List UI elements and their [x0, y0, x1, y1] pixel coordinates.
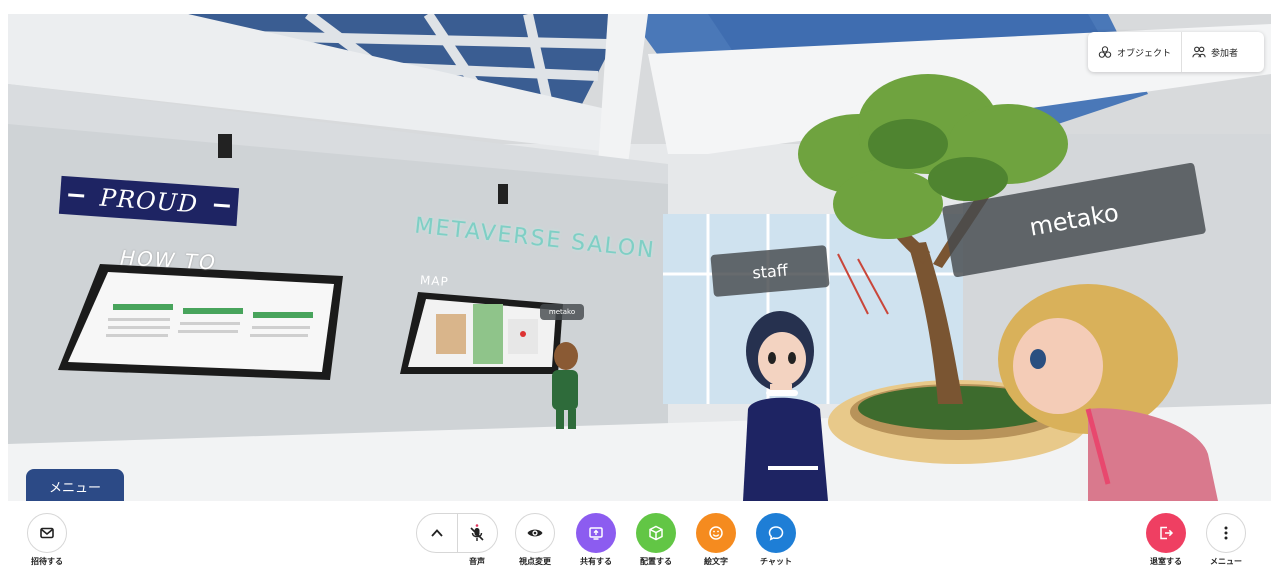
- objects-label: オブジェクト: [1117, 48, 1172, 59]
- nametag-small: metako: [540, 304, 584, 320]
- leave-label: 退室する: [1150, 557, 1182, 566]
- emoji-button[interactable]: [696, 513, 736, 553]
- objects-participants-panel: オブジェクト 参加者: [1088, 32, 1264, 72]
- howto-label: HOW TO: [119, 245, 218, 275]
- participants-label: 参加者: [1211, 48, 1239, 59]
- chevron-up-icon: [431, 529, 443, 537]
- invite-label: 招待する: [31, 557, 63, 566]
- audio-label: 音声: [469, 557, 485, 566]
- collapse-button[interactable]: [417, 514, 457, 552]
- chat-button[interactable]: [756, 513, 796, 553]
- screen-share-icon: [589, 527, 603, 540]
- view-change-button[interactable]: [515, 513, 555, 553]
- leave-button[interactable]: [1146, 513, 1186, 553]
- smile-icon: [709, 526, 723, 540]
- participants-button[interactable]: 参加者: [1181, 32, 1248, 72]
- objects-button[interactable]: オブジェクト: [1088, 32, 1181, 72]
- chat-bubble-icon: [768, 526, 784, 541]
- share-label: 共有する: [580, 557, 612, 566]
- map-label: MAP: [419, 273, 450, 289]
- objects-icon: [1098, 46, 1112, 58]
- invite-button[interactable]: [27, 513, 67, 553]
- metaverse-viewport[interactable]: PROUD HOW TO METAVERSE SALON MAP metako …: [8, 14, 1271, 501]
- place-button[interactable]: [636, 513, 676, 553]
- place-label: 配置する: [640, 557, 672, 566]
- chat-label: チャット: [760, 557, 792, 566]
- view-change-label: 視点変更: [519, 557, 551, 566]
- emoji-label: 絵文字: [704, 557, 728, 566]
- mail-icon: [40, 527, 54, 539]
- cube-icon: [649, 525, 663, 541]
- more-menu-label: メニュー: [1210, 557, 1242, 566]
- participants-icon: [1192, 46, 1206, 58]
- mic-off-icon: [470, 524, 484, 541]
- menu-tab[interactable]: メニュー: [26, 469, 124, 503]
- share-button[interactable]: [576, 513, 616, 553]
- more-menu-button[interactable]: [1206, 513, 1246, 553]
- eye-icon: [527, 529, 543, 537]
- audio-button[interactable]: [456, 514, 498, 552]
- exit-icon: [1160, 526, 1174, 540]
- more-vertical-icon: [1224, 526, 1228, 540]
- audio-control-group: [416, 513, 498, 553]
